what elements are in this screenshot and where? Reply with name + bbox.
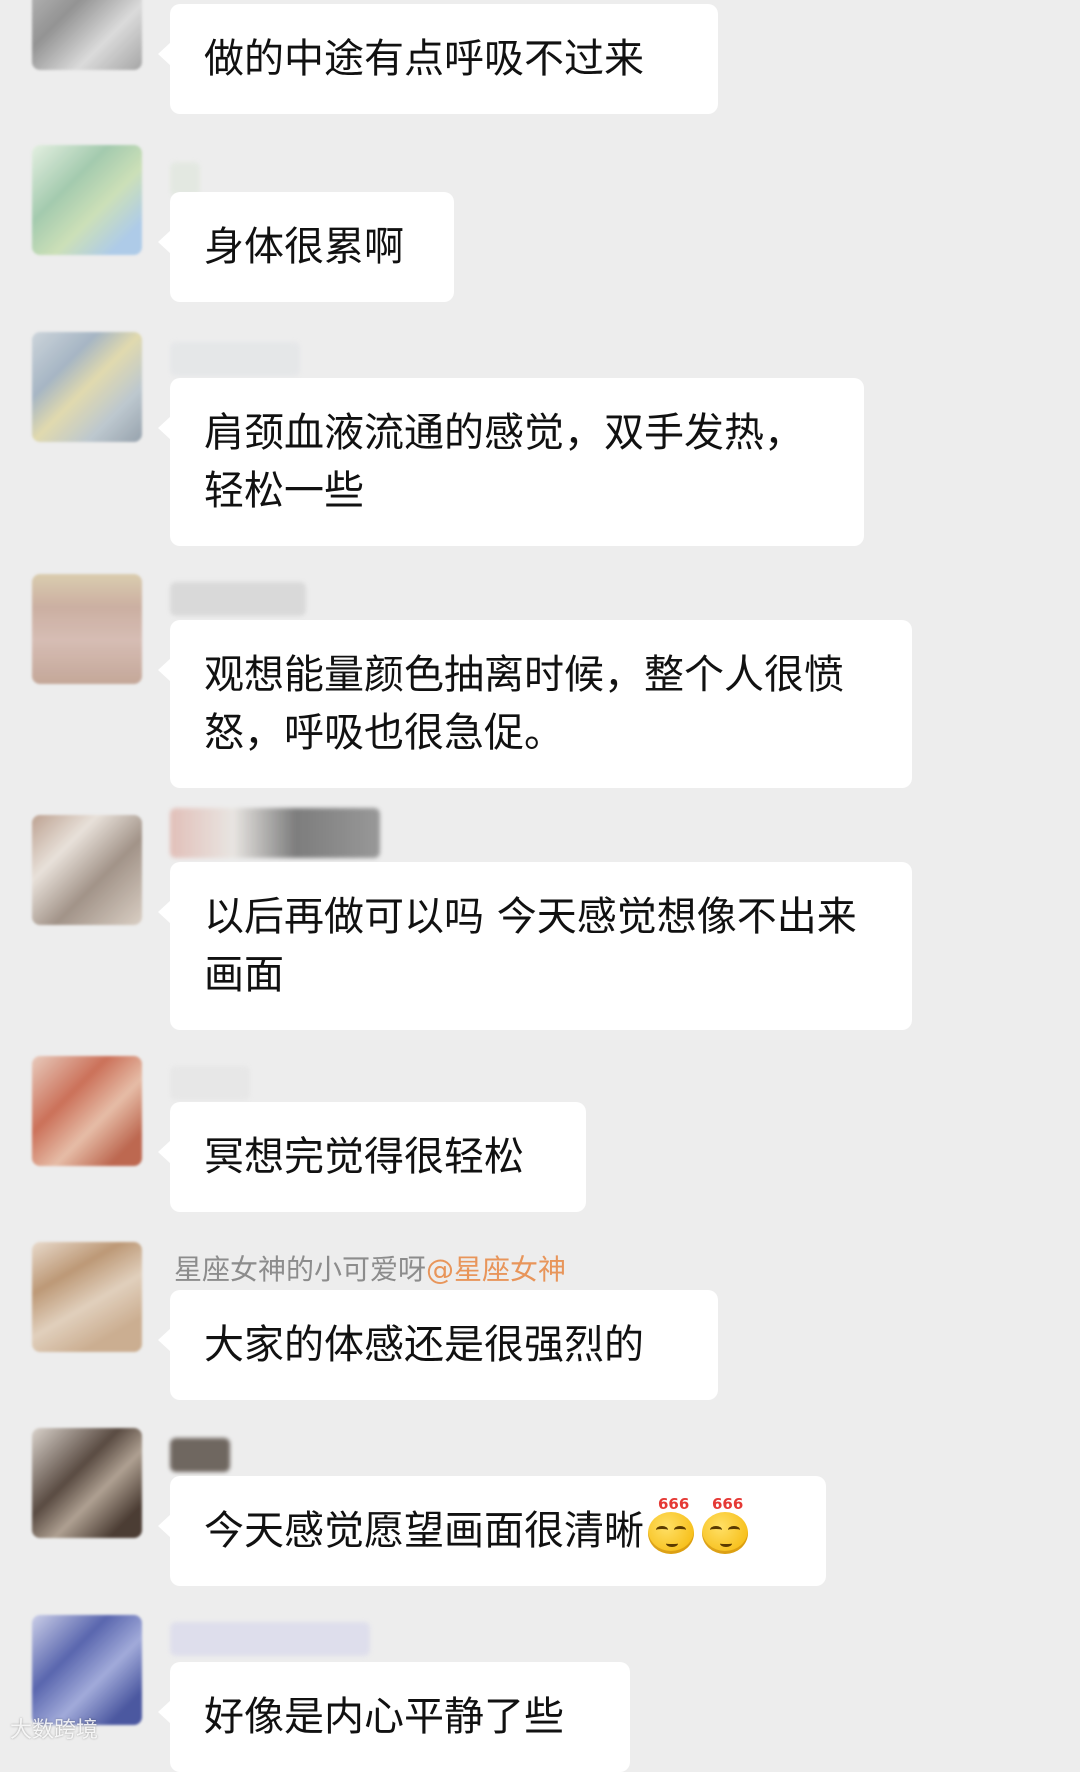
avatar[interactable] [32,332,142,442]
blurred-nickname [170,1438,230,1472]
blurred-nickname [170,1066,250,1100]
sender-nickname: 星座女神的小可爱呀 [174,1253,427,1286]
message-bubble[interactable]: 肩颈血液流通的感觉，双手发热，轻松一些 [158,378,864,546]
avatar[interactable] [32,145,142,255]
blurred-nickname [170,1622,370,1656]
avatar[interactable] [32,0,142,70]
sender-mention: @星座女神 [426,1253,567,1286]
message-text: 冥想完觉得很轻松 [204,1134,524,1180]
message-bubble[interactable]: 身体很累啊 [158,192,454,302]
message-bubble[interactable]: 观想能量颜色抽离时候，整个人很愤怒，呼吸也很急促。 [158,620,912,788]
message-text: 做的中途有点呼吸不过来 [204,36,644,82]
message-bubble[interactable]: 大家的体感还是很强烈的 [158,1290,718,1400]
message-bubble[interactable]: 以后再做可以吗 今天感觉想像不出来画面 [158,862,912,1030]
message-text: 以后再做可以吗 今天感觉想像不出来画面 [204,894,857,998]
message-text: 肩颈血液流通的感觉，双手发热，轻松一些 [204,410,804,514]
watermark: 大数跨境 [10,1712,98,1744]
message-bubble[interactable]: 做的中途有点呼吸不过来 [158,4,718,114]
blurred-nickname [170,162,200,196]
blurred-nickname [170,342,300,376]
watermark-text: 大数跨境 [10,1718,99,1743]
avatar[interactable] [32,815,142,925]
chat-history[interactable]: 做的中途有点呼吸不过来 身体很累啊 肩颈血液流通的感觉，双手发热，轻松一些 观想… [0,0,1080,1772]
message-text: 大家的体感还是很强烈的 [204,1322,644,1368]
avatar[interactable] [32,1056,142,1166]
message-text: 观想能量颜色抽离时候，整个人很愤怒，呼吸也很急促。 [204,652,844,756]
avatar[interactable] [32,1428,142,1538]
sender-name: 星座女神的小可爱呀@星座女神 [174,1248,566,1288]
blurred-nickname [170,582,306,616]
message-text: 好像是内心平静了些 [204,1694,564,1740]
blurred-nickname [170,808,380,858]
message-bubble[interactable]: 好像是内心平静了些 [158,1662,630,1772]
message-text: 身体很累啊 [204,224,404,270]
message-bubble[interactable]: 今天感觉愿望画面很清晰 666 666 [158,1476,826,1586]
avatar[interactable] [32,574,142,684]
smug-face-666-emoji: 666 [700,1496,752,1554]
message-text: 今天感觉愿望画面很清晰 [204,1508,644,1554]
message-bubble[interactable]: 冥想完觉得很轻松 [158,1102,586,1212]
smug-face-666-emoji: 666 [646,1496,698,1554]
avatar[interactable] [32,1242,142,1352]
avatar[interactable] [32,1615,142,1725]
